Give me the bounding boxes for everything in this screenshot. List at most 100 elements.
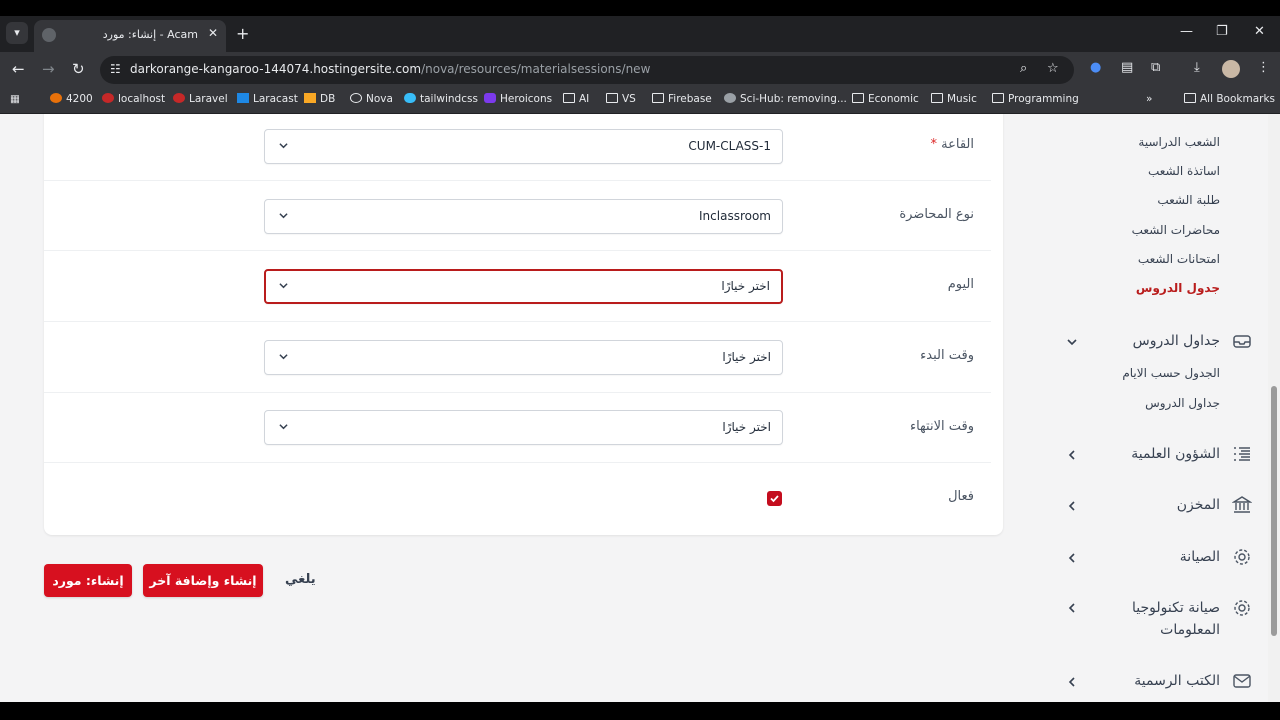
- bookmark-label: Nova: [366, 93, 393, 105]
- chevron-left-icon[interactable]: [1066, 500, 1078, 512]
- bookmark-label: Heroicons: [500, 93, 553, 105]
- bookmark-item[interactable]: DB: [304, 93, 335, 105]
- profile-avatar[interactable]: [1222, 60, 1240, 78]
- bookmark-folder[interactable]: VS: [606, 93, 636, 105]
- extensions-puzzle-icon[interactable]: ⧉: [1151, 60, 1160, 75]
- bookmark-item[interactable]: localhost: [102, 93, 165, 105]
- bookmark-item[interactable]: Laracast: [237, 93, 298, 105]
- all-bookmarks[interactable]: All Bookmarks: [1184, 93, 1275, 105]
- zoom-icon[interactable]: ⌕: [1020, 61, 1027, 76]
- sidebar-group-it-maintenance[interactable]: صيانة تكنولوجيا المعلومات: [1110, 597, 1220, 641]
- chevron-left-icon[interactable]: [1066, 676, 1078, 688]
- browser-tab[interactable]: إنشاء: مورد - Acam ✕: [34, 20, 226, 52]
- bookmark-label: DB: [320, 93, 336, 105]
- day-select[interactable]: اختر خيارًا: [264, 269, 783, 304]
- folder-icon: [606, 93, 618, 103]
- chevron-left-icon[interactable]: [1066, 602, 1078, 614]
- create-another-button[interactable]: إنشاء وإضافة آخر: [143, 564, 263, 597]
- chevron-left-icon[interactable]: [1066, 552, 1078, 564]
- tab-bar: ▾ إنشاء: مورد - Acam ✕ + — ❐ ✕: [0, 16, 1280, 52]
- folder-icon: [992, 93, 1004, 103]
- field-row-day: اليوم اختر خيارًا: [44, 251, 1003, 321]
- bookmark-item[interactable]: Laravel: [173, 93, 228, 105]
- sidebar-item-schedule-by-days[interactable]: الجدول حسب الايام: [1122, 366, 1220, 380]
- apps-icon[interactable]: ▦: [10, 93, 20, 105]
- restore-icon[interactable]: ❐: [1216, 24, 1228, 39]
- bookmark-favicon: [404, 93, 416, 103]
- window-close-icon[interactable]: ✕: [1254, 24, 1265, 39]
- bookmark-label: Music: [947, 93, 977, 105]
- sidebar-item-section-students[interactable]: طلبة الشعب: [1157, 193, 1220, 207]
- sidebar-group-warehouse[interactable]: المخزن: [1177, 494, 1220, 516]
- sidebar-item-sections[interactable]: الشعب الدراسية: [1138, 135, 1220, 149]
- scrollbar-thumb[interactable]: [1271, 386, 1277, 636]
- active-checkbox[interactable]: [767, 491, 782, 506]
- menu-icon[interactable]: ⋮: [1257, 60, 1270, 75]
- address-bar[interactable]: ☷ darkorange-kangaroo-144074.hostingersi…: [100, 56, 1074, 84]
- chevron-left-icon[interactable]: [1066, 449, 1078, 461]
- site-info-icon[interactable]: ☷: [110, 62, 121, 76]
- new-tab-icon[interactable]: +: [236, 24, 249, 43]
- field-row-active: فعال: [44, 463, 1003, 533]
- select-value: اختر خيارًا: [722, 420, 771, 434]
- document-icon[interactable]: ▤: [1121, 60, 1133, 75]
- bookmark-item[interactable]: Nova: [350, 93, 393, 105]
- sidebar-group-maintenance[interactable]: الصيانة: [1180, 546, 1220, 568]
- chevron-down-icon[interactable]: [1066, 336, 1078, 348]
- sidebar-group-schedules[interactable]: جداول الدروس: [1133, 330, 1220, 352]
- more-bookmarks-icon[interactable]: »: [1146, 93, 1152, 105]
- create-button[interactable]: إنشاء: مورد: [44, 564, 132, 597]
- sidebar-group-academic-affairs[interactable]: الشؤون العلمية: [1131, 443, 1220, 465]
- field-row-hall: القاعة * CUM-CLASS-1: [44, 114, 1003, 174]
- bookmark-favicon: [484, 93, 496, 103]
- gear-icon: [1234, 600, 1250, 616]
- bookmark-folder[interactable]: Firebase: [652, 93, 712, 105]
- chevron-down-icon: [279, 213, 288, 219]
- lecture-type-select[interactable]: Inclassroom: [264, 199, 783, 234]
- start-time-select[interactable]: اختر خيارًا: [264, 340, 783, 375]
- sidebar-item-section-exams[interactable]: امتحانات الشعب: [1138, 252, 1220, 266]
- bookmark-folder[interactable]: Music: [931, 93, 977, 105]
- bookmark-item[interactable]: Sci-Hub: removing...: [724, 93, 847, 105]
- url-host: darkorange-kangaroo-144074.hostingersite…: [130, 62, 422, 76]
- scrollbar[interactable]: [1268, 114, 1280, 702]
- sidebar-item-schedules[interactable]: جداول الدروس: [1145, 396, 1220, 410]
- field-label: وقت البدء: [920, 348, 974, 363]
- sidebar-item-section-lectures[interactable]: محاضرات الشعب: [1132, 223, 1220, 237]
- select-value: Inclassroom: [699, 209, 771, 223]
- hall-select[interactable]: CUM-CLASS-1: [264, 129, 783, 164]
- bookmark-item[interactable]: 4200: [50, 93, 93, 105]
- field-label: فعال: [948, 489, 974, 504]
- bookmark-item[interactable]: Heroicons: [484, 93, 552, 105]
- bookmark-item[interactable]: tailwindcss: [404, 93, 478, 105]
- field-label-text: القاعة: [941, 137, 974, 152]
- bookmark-favicon: [350, 93, 362, 103]
- url-text[interactable]: darkorange-kangaroo-144074.hostingersite…: [130, 62, 650, 76]
- screen-bottom-edge: [0, 702, 1280, 720]
- end-time-select[interactable]: اختر خيارًا: [264, 410, 783, 445]
- bookmark-folder[interactable]: Economic: [852, 93, 919, 105]
- field-label: القاعة *: [931, 137, 974, 152]
- tab-search-icon[interactable]: ▾: [6, 22, 28, 44]
- folder-icon: [852, 93, 864, 103]
- browser-toolbar: ← → ↻ ☷ darkorange-kangaroo-144074.hosti…: [0, 52, 1280, 88]
- sidebar-group-official-letters[interactable]: الكتب الرسمية: [1134, 670, 1220, 692]
- sidebar-item-lesson-schedule[interactable]: جدول الدروس: [1136, 281, 1220, 295]
- chevron-down-icon: [279, 424, 288, 430]
- bookmark-star-icon[interactable]: ☆: [1047, 61, 1059, 76]
- back-icon[interactable]: ←: [12, 60, 25, 78]
- field-label: نوع المحاضرة: [899, 207, 974, 222]
- close-tab-icon[interactable]: ✕: [208, 26, 218, 40]
- gear-icon: [1234, 549, 1250, 565]
- bookmark-folder[interactable]: AI: [563, 93, 589, 105]
- sidebar-item-section-teachers[interactable]: اساتذة الشعب: [1148, 164, 1220, 178]
- cancel-button[interactable]: يلغي: [285, 572, 316, 587]
- extension-icon[interactable]: ●: [1090, 60, 1101, 75]
- forward-icon[interactable]: →: [42, 60, 55, 78]
- bookmark-folder[interactable]: Programming: [992, 93, 1079, 105]
- reload-icon[interactable]: ↻: [72, 60, 85, 78]
- bookmark-label: Programming: [1008, 93, 1079, 105]
- bookmark-favicon: [50, 93, 62, 103]
- minimize-icon[interactable]: —: [1180, 24, 1193, 39]
- download-icon[interactable]: ⤓: [1194, 60, 1200, 75]
